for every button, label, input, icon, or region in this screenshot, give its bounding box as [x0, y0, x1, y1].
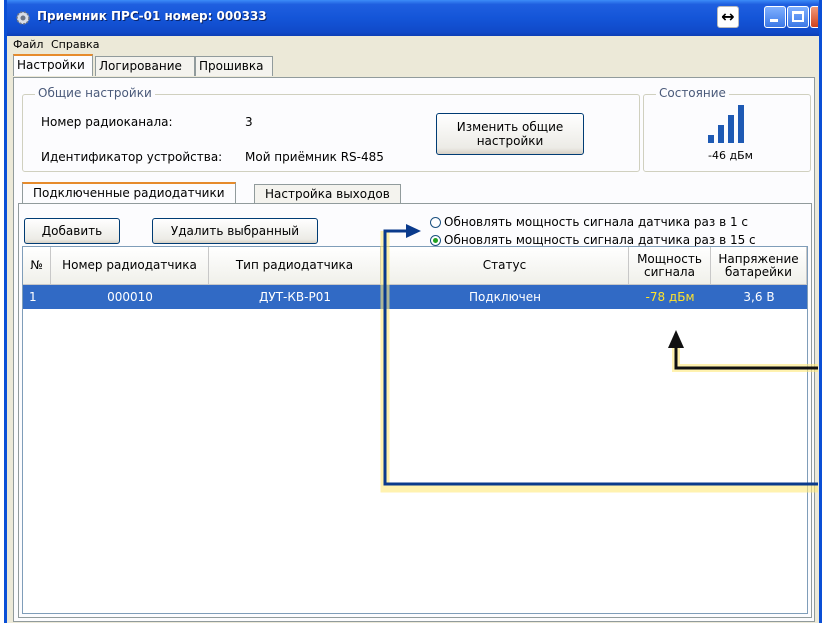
header-number[interactable]: № — [23, 247, 51, 285]
maximize-button[interactable] — [787, 6, 809, 28]
state-title: Состояние — [656, 86, 729, 100]
header-power-line2: сигнала — [644, 264, 695, 279]
header-sensor-number[interactable]: Номер радиодатчика — [51, 247, 209, 285]
gear-icon — [16, 11, 30, 25]
header-signal-power[interactable]: Мощность сигнала — [629, 247, 711, 285]
signal-bar-3 — [728, 115, 734, 143]
minimize-button[interactable] — [764, 6, 786, 28]
device-id-value: Мой приёмник RS-485 — [245, 150, 384, 164]
cell-battery-voltage: 3,6 В — [743, 290, 775, 304]
menu-bar: Файл Справка — [7, 36, 819, 54]
minimize-icon — [770, 19, 778, 22]
resize-icon[interactable]: ↔ — [717, 6, 739, 28]
update-1s-option[interactable]: Обновлять мощность сигнала датчика раз в… — [430, 215, 748, 229]
tab-firmware[interactable]: Прошивка — [195, 56, 273, 76]
change-general-settings-button[interactable]: Изменить общие настройки — [436, 113, 584, 155]
menu-help[interactable]: Справка — [51, 38, 99, 51]
header-voltage-line1: Напряжение — [718, 251, 799, 266]
tab-connected-sensors[interactable]: Подключенные радиодатчики — [22, 182, 236, 204]
device-id-label: Идентификатор устройства: — [41, 150, 223, 164]
radio-15s[interactable] — [430, 235, 441, 246]
signal-level-text: -46 дБм — [708, 149, 753, 162]
tab-outputs-setup[interactable]: Настройка выходов — [254, 184, 401, 204]
header-voltage-line2: батарейки — [725, 264, 792, 279]
cell-signal-power: -78 дБм — [645, 290, 695, 304]
settings-page: Общие настройки Номер радиоканала: 3 Иде… — [13, 77, 815, 622]
channel-value: 3 — [245, 115, 253, 129]
radio-1s[interactable] — [430, 217, 441, 228]
signal-bar-1 — [708, 135, 714, 143]
cell-sensor-type: ДУТ-КВ-Р01 — [259, 290, 331, 304]
cell-status: Подключен — [469, 290, 541, 304]
cell-number: 1 — [29, 290, 37, 304]
header-battery-voltage[interactable]: Напряжение батарейки — [711, 247, 807, 285]
cell-sensor-number: 000010 — [107, 290, 153, 304]
close-button[interactable] — [810, 6, 818, 28]
change-button-line2: настройки — [476, 134, 544, 148]
title-bar[interactable]: Приемник ПРС-01 номер: 000333 ↔ — [7, 0, 819, 36]
app-window: Приемник ПРС-01 номер: 000333 ↔ Файл Спр… — [4, 0, 822, 623]
add-sensor-button[interactable]: Добавить — [24, 218, 120, 244]
tab-logging[interactable]: Логирование — [95, 56, 195, 76]
table-row[interactable]: 1 000010 ДУТ-КВ-Р01 Подключен -78 дБм 3,… — [23, 285, 807, 309]
channel-label: Номер радиоканала: — [41, 115, 173, 129]
menu-file[interactable]: Файл — [13, 38, 43, 51]
update-15s-option[interactable]: Обновлять мощность сигнала датчика раз в… — [430, 233, 756, 247]
state-group: Состояние -46 дБм — [643, 86, 811, 172]
header-power-line1: Мощность — [637, 251, 702, 266]
header-sensor-type[interactable]: Тип радиодатчика — [209, 247, 381, 285]
tab-settings[interactable]: Настройки — [13, 54, 93, 76]
delete-selected-button[interactable]: Удалить выбранный — [152, 218, 318, 244]
update-1s-label: Обновлять мощность сигнала датчика раз в… — [444, 215, 749, 229]
signal-bar-4 — [738, 105, 744, 143]
change-button-line1: Изменить общие — [456, 120, 564, 134]
maximize-icon — [792, 11, 804, 22]
window-title: Приемник ПРС-01 номер: 000333 — [37, 9, 267, 23]
signal-bar-2 — [718, 125, 724, 143]
sensors-table: № Номер радиодатчика Тип радиодатчика Ст… — [22, 246, 808, 614]
signal-strength-icon — [708, 105, 748, 143]
general-settings-title: Общие настройки — [35, 86, 155, 100]
update-15s-label: Обновлять мощность сигнала датчика раз в… — [444, 233, 756, 247]
header-status[interactable]: Статус — [381, 247, 629, 285]
general-settings-group: Общие настройки Номер радиоканала: 3 Иде… — [22, 86, 640, 172]
